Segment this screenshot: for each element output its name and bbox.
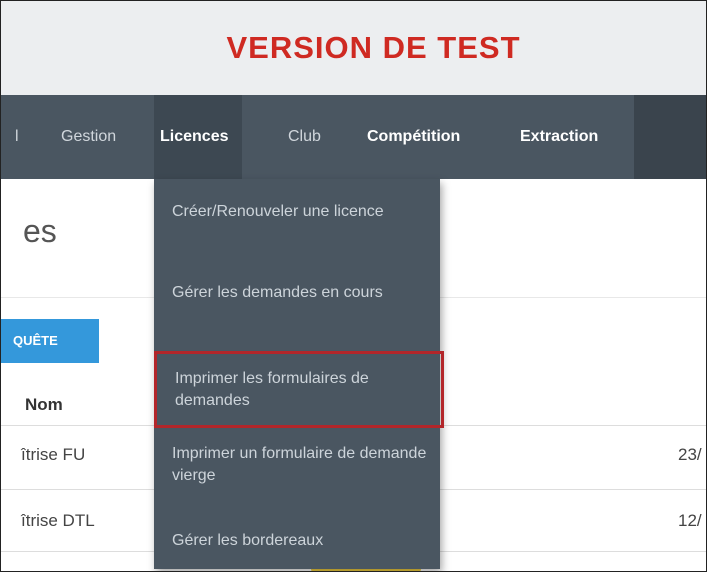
table-row-date: 23/ [678,445,702,464]
enquete-button[interactable]: QUÊTE [1,319,99,363]
nav-item-gestion[interactable]: Gestion [61,95,116,179]
menu-item-gerer-bordereaux[interactable]: Gérer les bordereaux [154,530,440,552]
table-row-name[interactable]: îtrise FU [21,445,85,465]
nav-item-truncated[interactable]: l [15,95,19,179]
nav-item-extraction[interactable]: Extraction [520,95,598,179]
nav-item-club[interactable]: Club [288,95,321,179]
navbar-right-section [634,95,706,179]
table-row-name[interactable]: îtrise DTL [21,511,95,531]
licences-dropdown-menu: Créer/Renouveler une licence Gérer les d… [154,179,444,569]
menu-item-creer-renouveler-licence[interactable]: Créer/Renouveler une licence [154,201,440,223]
app-frame: VERSION DE TEST l Gestion Licences Club … [0,0,707,572]
column-header-nom[interactable]: Nom [25,395,63,415]
menu-item-imprimer-formulaire-vierge[interactable]: Imprimer un formulaire de demande vierge [154,443,440,487]
table-row-date: 12/ [678,511,702,530]
nav-item-competition[interactable]: Compétition [367,95,460,179]
page-title: es [23,213,57,249]
main-navbar: l Gestion Licences Club Compétition Extr… [1,95,706,179]
test-banner: VERSION DE TEST [1,1,706,95]
menu-item-gerer-demandes-en-cours[interactable]: Gérer les demandes en cours [154,282,440,304]
nav-item-licences[interactable]: Licences [154,95,243,179]
banner-title: VERSION DE TEST [226,30,521,65]
menu-item-imprimer-formulaires-demandes[interactable]: Imprimer les formulaires de demandes [154,351,444,428]
